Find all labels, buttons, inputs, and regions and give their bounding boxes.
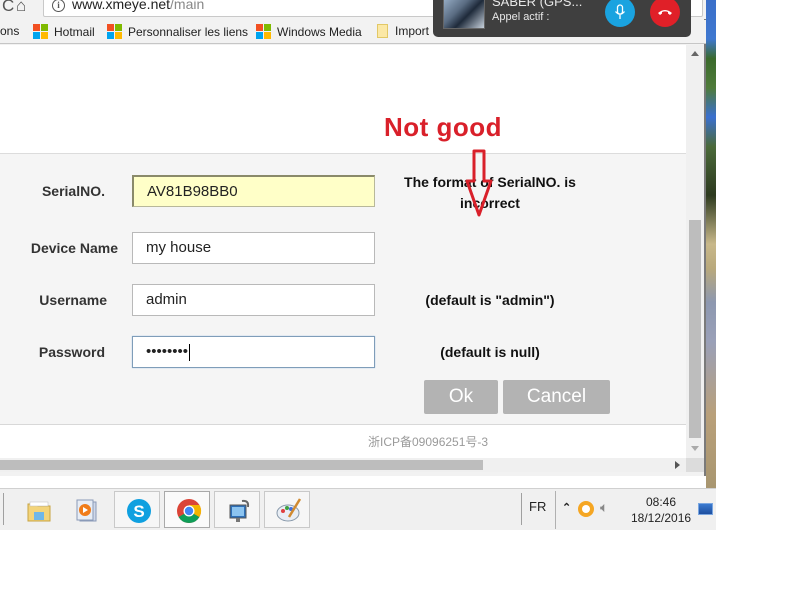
- home-icon[interactable]: ⌂: [16, 0, 26, 16]
- info-icon[interactable]: i: [52, 0, 65, 12]
- device-name-input[interactable]: my house: [132, 232, 375, 264]
- device-name-label: Device Name: [30, 240, 118, 256]
- bookmark-label: ons: [0, 24, 20, 38]
- network-tool-icon: [229, 499, 250, 522]
- url-path: /main: [170, 0, 205, 12]
- taskbar-media-player[interactable]: [61, 491, 107, 528]
- bookmark-label: Import: [395, 24, 430, 38]
- speaker-icon[interactable]: 🔈︎: [600, 499, 608, 516]
- annotation-not-good: Not good: [384, 112, 503, 142]
- language-indicator[interactable]: FR: [529, 499, 546, 514]
- password-input[interactable]: ••••••••: [132, 336, 375, 368]
- desktop-wallpaper: [706, 0, 716, 488]
- taskbar-chrome[interactable]: [164, 491, 210, 528]
- bookmark-apps[interactable]: ons: [0, 24, 19, 38]
- add-device-form: SerialNO. AV81B98BB0 Device Name my hous…: [0, 154, 686, 425]
- browser-window: C ⌂ i www.xmeye.net/main ons Hotmail Per…: [0, 0, 706, 476]
- scroll-right-arrow-icon[interactable]: [675, 461, 680, 469]
- scroll-down-arrow-icon[interactable]: [691, 446, 699, 451]
- caller-avatar: [443, 0, 485, 29]
- microsoft-logo-icon: [33, 24, 48, 39]
- hang-up-button[interactable]: [650, 0, 680, 27]
- tray-app-icon[interactable]: [578, 501, 594, 517]
- folder-icon: [377, 24, 388, 38]
- bookmark-personnaliser[interactable]: Personnaliser les liens: [107, 24, 248, 39]
- taskbar-divider: [3, 493, 4, 525]
- username-hint: (default is "admin"): [425, 292, 555, 308]
- microsoft-logo-icon: [107, 24, 122, 39]
- skype-icon: S: [127, 499, 151, 523]
- paint-icon: [276, 498, 302, 522]
- password-hint: (default is null): [440, 344, 540, 360]
- clock-date[interactable]: 18/12/2016: [631, 511, 691, 525]
- bookmark-label: Hotmail: [54, 24, 95, 39]
- svg-text:S: S: [133, 502, 144, 521]
- file-explorer-icon: [27, 501, 51, 522]
- vertical-scrollbar[interactable]: [686, 45, 704, 458]
- username-label: Username: [39, 292, 107, 308]
- microphone-icon: [614, 4, 626, 19]
- text-caret: [189, 343, 191, 361]
- horizontal-scroll-thumb[interactable]: [0, 460, 483, 470]
- bookmark-label: Personnaliser les liens: [128, 24, 249, 39]
- password-label: Password: [38, 344, 105, 360]
- icp-license-text: 浙ICP备09096251号-3: [368, 435, 489, 449]
- show-hidden-icons-icon[interactable]: ⌃: [562, 501, 571, 514]
- taskbar-file-explorer[interactable]: [14, 491, 60, 528]
- serialno-input[interactable]: AV81B98BB0: [132, 175, 375, 207]
- show-desktop-icon[interactable]: [698, 503, 713, 515]
- taskbar-paint[interactable]: [264, 491, 310, 528]
- taskbar-network-tool[interactable]: [214, 491, 260, 528]
- page-header-area: [0, 45, 686, 154]
- password-mask: ••••••••: [146, 343, 189, 360]
- horizontal-scrollbar[interactable]: [0, 458, 686, 472]
- page-footer: 浙ICP备09096251号-3: [0, 425, 686, 458]
- taskbar-skype[interactable]: S: [114, 491, 160, 528]
- mute-button[interactable]: [605, 0, 635, 27]
- media-player-icon: [76, 499, 97, 522]
- cancel-button[interactable]: Cancel: [503, 380, 610, 414]
- url-text: www.xmeye.net/main: [72, 0, 204, 12]
- serialno-label: SerialNO.: [41, 183, 105, 199]
- page-content: SerialNO. AV81B98BB0 Device Name my hous…: [0, 45, 686, 458]
- scroll-up-arrow-icon[interactable]: [691, 51, 699, 56]
- taskbar: S FR ⌃ 🔈︎ 08:46 18/12/2016: [0, 488, 716, 530]
- annotation-arrow-icon: [465, 149, 493, 217]
- microsoft-logo-icon: [256, 24, 271, 39]
- username-input[interactable]: admin: [132, 284, 375, 316]
- bookmark-import[interactable]: Import: [377, 24, 429, 38]
- clock-time[interactable]: 08:46: [646, 495, 676, 509]
- bookmark-windows-media[interactable]: Windows Media: [256, 24, 362, 39]
- ok-button[interactable]: Ok: [424, 380, 498, 414]
- call-notification[interactable]: SABER (GPS... Appel actif :: [433, 0, 691, 37]
- vertical-scroll-thumb[interactable]: [689, 220, 701, 438]
- chrome-icon: [177, 499, 202, 524]
- url-domain: www.xmeye.net: [72, 0, 171, 12]
- bookmark-label: Windows Media: [277, 24, 362, 39]
- call-status: Appel actif :: [492, 11, 550, 23]
- screen: C ⌂ i www.xmeye.net/main ons Hotmail Per…: [0, 0, 800, 600]
- scroll-corner: [686, 458, 704, 472]
- reload-icon[interactable]: C: [2, 0, 14, 16]
- system-tray: ⌃ 🔈︎ 08:46 18/12/2016: [555, 491, 716, 529]
- caller-name: SABER (GPS...: [492, 0, 583, 9]
- bookmark-hotmail[interactable]: Hotmail: [33, 24, 95, 39]
- taskbar-divider: [521, 493, 522, 525]
- phone-hangup-icon: [658, 10, 672, 15]
